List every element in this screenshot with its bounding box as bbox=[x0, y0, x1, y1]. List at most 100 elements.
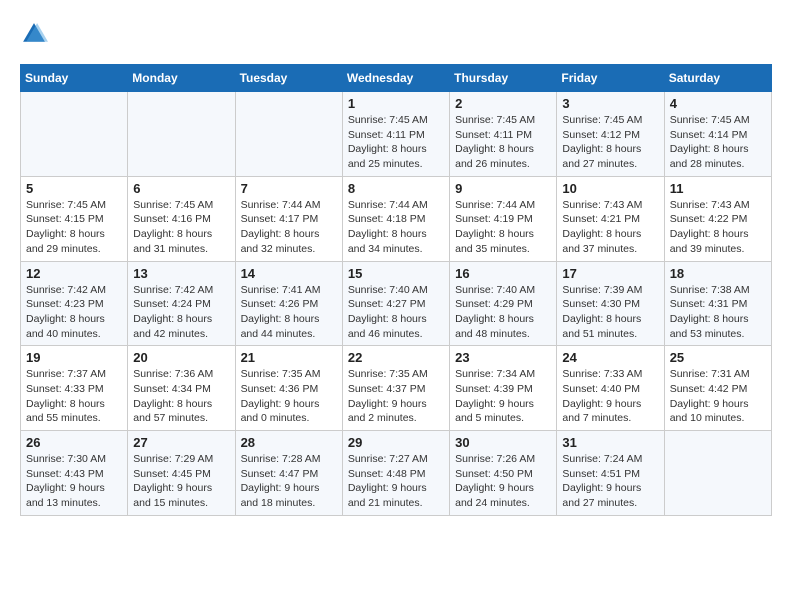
calendar-cell: 9 Sunrise: 7:44 AMSunset: 4:19 PMDayligh… bbox=[450, 176, 557, 261]
day-number: 20 bbox=[133, 350, 229, 365]
day-info: Sunrise: 7:43 AMSunset: 4:22 PMDaylight:… bbox=[670, 199, 750, 255]
day-number: 6 bbox=[133, 181, 229, 196]
day-number: 3 bbox=[562, 96, 658, 111]
calendar-cell: 14 Sunrise: 7:41 AMSunset: 4:26 PMDaylig… bbox=[235, 261, 342, 346]
calendar-cell: 11 Sunrise: 7:43 AMSunset: 4:22 PMDaylig… bbox=[664, 176, 771, 261]
day-info: Sunrise: 7:27 AMSunset: 4:48 PMDaylight:… bbox=[348, 453, 428, 509]
day-number: 1 bbox=[348, 96, 444, 111]
calendar-cell: 3 Sunrise: 7:45 AMSunset: 4:12 PMDayligh… bbox=[557, 92, 664, 177]
day-number: 31 bbox=[562, 435, 658, 450]
weekday-header: Saturday bbox=[664, 65, 771, 92]
calendar-cell bbox=[21, 92, 128, 177]
day-info: Sunrise: 7:35 AMSunset: 4:37 PMDaylight:… bbox=[348, 368, 428, 424]
calendar-cell: 22 Sunrise: 7:35 AMSunset: 4:37 PMDaylig… bbox=[342, 346, 449, 431]
calendar-week-row: 1 Sunrise: 7:45 AMSunset: 4:11 PMDayligh… bbox=[21, 92, 772, 177]
calendar-cell bbox=[664, 431, 771, 516]
header bbox=[20, 20, 772, 48]
day-number: 22 bbox=[348, 350, 444, 365]
calendar-week-row: 26 Sunrise: 7:30 AMSunset: 4:43 PMDaylig… bbox=[21, 431, 772, 516]
day-info: Sunrise: 7:38 AMSunset: 4:31 PMDaylight:… bbox=[670, 284, 750, 340]
day-number: 8 bbox=[348, 181, 444, 196]
day-info: Sunrise: 7:34 AMSunset: 4:39 PMDaylight:… bbox=[455, 368, 535, 424]
calendar-cell: 5 Sunrise: 7:45 AMSunset: 4:15 PMDayligh… bbox=[21, 176, 128, 261]
day-number: 18 bbox=[670, 266, 766, 281]
weekday-header: Sunday bbox=[21, 65, 128, 92]
day-info: Sunrise: 7:43 AMSunset: 4:21 PMDaylight:… bbox=[562, 199, 642, 255]
weekday-header: Tuesday bbox=[235, 65, 342, 92]
day-number: 12 bbox=[26, 266, 122, 281]
calendar-cell: 18 Sunrise: 7:38 AMSunset: 4:31 PMDaylig… bbox=[664, 261, 771, 346]
calendar-cell: 25 Sunrise: 7:31 AMSunset: 4:42 PMDaylig… bbox=[664, 346, 771, 431]
calendar-cell: 10 Sunrise: 7:43 AMSunset: 4:21 PMDaylig… bbox=[557, 176, 664, 261]
day-number: 16 bbox=[455, 266, 551, 281]
day-info: Sunrise: 7:31 AMSunset: 4:42 PMDaylight:… bbox=[670, 368, 750, 424]
day-info: Sunrise: 7:45 AMSunset: 4:15 PMDaylight:… bbox=[26, 199, 106, 255]
calendar-cell: 16 Sunrise: 7:40 AMSunset: 4:29 PMDaylig… bbox=[450, 261, 557, 346]
calendar-cell: 26 Sunrise: 7:30 AMSunset: 4:43 PMDaylig… bbox=[21, 431, 128, 516]
day-number: 30 bbox=[455, 435, 551, 450]
day-info: Sunrise: 7:36 AMSunset: 4:34 PMDaylight:… bbox=[133, 368, 213, 424]
day-info: Sunrise: 7:44 AMSunset: 4:19 PMDaylight:… bbox=[455, 199, 535, 255]
day-info: Sunrise: 7:35 AMSunset: 4:36 PMDaylight:… bbox=[241, 368, 321, 424]
calendar-cell: 20 Sunrise: 7:36 AMSunset: 4:34 PMDaylig… bbox=[128, 346, 235, 431]
logo-icon bbox=[20, 20, 48, 48]
calendar-week-row: 12 Sunrise: 7:42 AMSunset: 4:23 PMDaylig… bbox=[21, 261, 772, 346]
day-number: 5 bbox=[26, 181, 122, 196]
weekday-header: Friday bbox=[557, 65, 664, 92]
calendar-cell bbox=[128, 92, 235, 177]
day-info: Sunrise: 7:26 AMSunset: 4:50 PMDaylight:… bbox=[455, 453, 535, 509]
day-info: Sunrise: 7:45 AMSunset: 4:14 PMDaylight:… bbox=[670, 114, 750, 170]
day-info: Sunrise: 7:42 AMSunset: 4:24 PMDaylight:… bbox=[133, 284, 213, 340]
day-info: Sunrise: 7:45 AMSunset: 4:11 PMDaylight:… bbox=[455, 114, 535, 170]
weekday-header: Thursday bbox=[450, 65, 557, 92]
day-info: Sunrise: 7:40 AMSunset: 4:27 PMDaylight:… bbox=[348, 284, 428, 340]
calendar-week-row: 19 Sunrise: 7:37 AMSunset: 4:33 PMDaylig… bbox=[21, 346, 772, 431]
day-info: Sunrise: 7:39 AMSunset: 4:30 PMDaylight:… bbox=[562, 284, 642, 340]
calendar-cell: 8 Sunrise: 7:44 AMSunset: 4:18 PMDayligh… bbox=[342, 176, 449, 261]
day-number: 25 bbox=[670, 350, 766, 365]
day-info: Sunrise: 7:44 AMSunset: 4:18 PMDaylight:… bbox=[348, 199, 428, 255]
day-info: Sunrise: 7:45 AMSunset: 4:12 PMDaylight:… bbox=[562, 114, 642, 170]
day-info: Sunrise: 7:45 AMSunset: 4:11 PMDaylight:… bbox=[348, 114, 428, 170]
calendar-cell: 1 Sunrise: 7:45 AMSunset: 4:11 PMDayligh… bbox=[342, 92, 449, 177]
calendar-cell: 27 Sunrise: 7:29 AMSunset: 4:45 PMDaylig… bbox=[128, 431, 235, 516]
calendar-cell: 30 Sunrise: 7:26 AMSunset: 4:50 PMDaylig… bbox=[450, 431, 557, 516]
calendar-table: SundayMondayTuesdayWednesdayThursdayFrid… bbox=[20, 64, 772, 516]
calendar-cell: 23 Sunrise: 7:34 AMSunset: 4:39 PMDaylig… bbox=[450, 346, 557, 431]
day-number: 28 bbox=[241, 435, 337, 450]
day-number: 19 bbox=[26, 350, 122, 365]
calendar-cell: 12 Sunrise: 7:42 AMSunset: 4:23 PMDaylig… bbox=[21, 261, 128, 346]
calendar-cell: 7 Sunrise: 7:44 AMSunset: 4:17 PMDayligh… bbox=[235, 176, 342, 261]
calendar-cell: 24 Sunrise: 7:33 AMSunset: 4:40 PMDaylig… bbox=[557, 346, 664, 431]
day-info: Sunrise: 7:37 AMSunset: 4:33 PMDaylight:… bbox=[26, 368, 106, 424]
calendar-cell: 17 Sunrise: 7:39 AMSunset: 4:30 PMDaylig… bbox=[557, 261, 664, 346]
calendar-cell: 19 Sunrise: 7:37 AMSunset: 4:33 PMDaylig… bbox=[21, 346, 128, 431]
weekday-header: Wednesday bbox=[342, 65, 449, 92]
day-number: 26 bbox=[26, 435, 122, 450]
weekday-header-row: SundayMondayTuesdayWednesdayThursdayFrid… bbox=[21, 65, 772, 92]
calendar-cell: 13 Sunrise: 7:42 AMSunset: 4:24 PMDaylig… bbox=[128, 261, 235, 346]
day-number: 14 bbox=[241, 266, 337, 281]
calendar-cell: 29 Sunrise: 7:27 AMSunset: 4:48 PMDaylig… bbox=[342, 431, 449, 516]
day-info: Sunrise: 7:42 AMSunset: 4:23 PMDaylight:… bbox=[26, 284, 106, 340]
day-number: 7 bbox=[241, 181, 337, 196]
day-info: Sunrise: 7:30 AMSunset: 4:43 PMDaylight:… bbox=[26, 453, 106, 509]
day-info: Sunrise: 7:45 AMSunset: 4:16 PMDaylight:… bbox=[133, 199, 213, 255]
day-number: 24 bbox=[562, 350, 658, 365]
day-number: 29 bbox=[348, 435, 444, 450]
day-number: 9 bbox=[455, 181, 551, 196]
calendar-cell: 31 Sunrise: 7:24 AMSunset: 4:51 PMDaylig… bbox=[557, 431, 664, 516]
day-info: Sunrise: 7:24 AMSunset: 4:51 PMDaylight:… bbox=[562, 453, 642, 509]
calendar-cell bbox=[235, 92, 342, 177]
day-number: 2 bbox=[455, 96, 551, 111]
weekday-header: Monday bbox=[128, 65, 235, 92]
calendar-cell: 28 Sunrise: 7:28 AMSunset: 4:47 PMDaylig… bbox=[235, 431, 342, 516]
calendar-cell: 21 Sunrise: 7:35 AMSunset: 4:36 PMDaylig… bbox=[235, 346, 342, 431]
calendar-week-row: 5 Sunrise: 7:45 AMSunset: 4:15 PMDayligh… bbox=[21, 176, 772, 261]
day-info: Sunrise: 7:44 AMSunset: 4:17 PMDaylight:… bbox=[241, 199, 321, 255]
day-info: Sunrise: 7:28 AMSunset: 4:47 PMDaylight:… bbox=[241, 453, 321, 509]
day-info: Sunrise: 7:33 AMSunset: 4:40 PMDaylight:… bbox=[562, 368, 642, 424]
day-info: Sunrise: 7:41 AMSunset: 4:26 PMDaylight:… bbox=[241, 284, 321, 340]
day-info: Sunrise: 7:40 AMSunset: 4:29 PMDaylight:… bbox=[455, 284, 535, 340]
day-info: Sunrise: 7:29 AMSunset: 4:45 PMDaylight:… bbox=[133, 453, 213, 509]
